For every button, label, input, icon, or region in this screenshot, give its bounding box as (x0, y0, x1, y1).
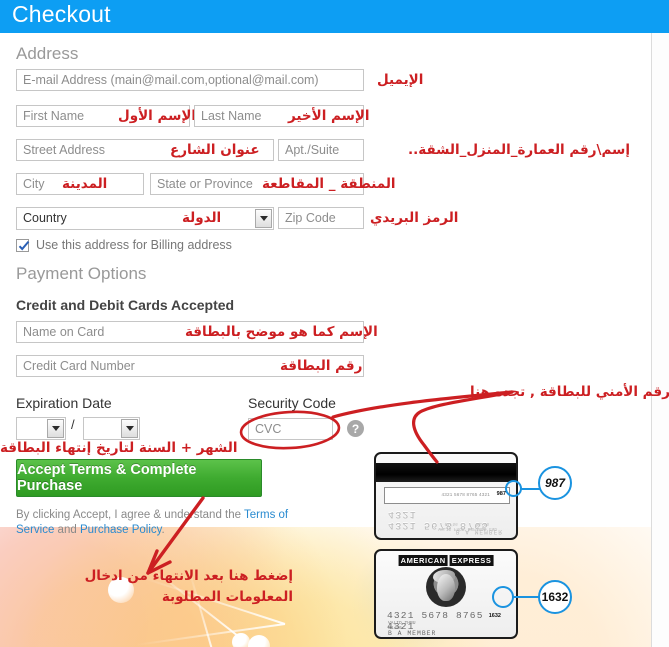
amex-cvc-highlight-ring (492, 586, 514, 608)
annotation-security-code: الرقم الأمني للبطاقة , تجده هنا (470, 384, 669, 400)
annotation-email: الإيميل (377, 72, 424, 88)
panel-gutter (652, 33, 669, 647)
amex-logo-word-2: EXPRESS (449, 555, 494, 566)
security-code-label: Security Code (248, 395, 336, 411)
amex-logo-word-1: AMERICAN (398, 555, 448, 566)
checkmark-icon (18, 240, 30, 251)
card-back-cvc-value: 987 (496, 491, 506, 497)
annotation-card-number: رقم البطاقة (280, 358, 363, 374)
signature-panel: 4321 5678 8765 4321 987 (384, 487, 510, 504)
page-title: Checkout (12, 1, 111, 27)
email-input[interactable] (16, 69, 364, 91)
card-back-embossed-name: B A MEMBER (455, 528, 503, 535)
terms-suffix: . (161, 524, 165, 536)
annotation-purchase-button: إضغط هنا بعد الانتهاء من ادخال المعلومات… (84, 568, 293, 605)
country-select-value: Country (23, 211, 67, 225)
amex-cvc-value: 1632 (488, 613, 501, 619)
chevron-down-icon[interactable] (121, 419, 138, 438)
checkout-page: Checkout Address الإيميل الإسم الأول الإ… (0, 0, 669, 647)
amex-card-holder: B A MEMBER (388, 630, 437, 637)
expiration-month-select[interactable] (16, 417, 66, 440)
card-back-cvc-highlight-ring (505, 480, 522, 497)
chevron-down-icon[interactable] (255, 209, 272, 228)
annotation-country: الدولة (182, 210, 222, 226)
annotation-first-name: الإسم الأول (118, 108, 197, 124)
terms-text: By clicking Accept, I agree & understand… (16, 508, 316, 538)
magnetic-stripe (376, 463, 516, 482)
page-header: Checkout (0, 0, 669, 33)
zip-code-input[interactable] (278, 207, 364, 229)
centurion-head (437, 574, 455, 601)
apt-suite-input[interactable] (278, 139, 364, 161)
expires-end-value: 01/56 (475, 521, 490, 526)
chevron-down-icon[interactable] (47, 419, 64, 438)
address-section-title: Address (16, 44, 79, 63)
expiration-year-select[interactable] (83, 417, 140, 440)
annotation-city: المدينة (62, 176, 108, 192)
annotation-last-name: الإسم الأخير (288, 108, 370, 124)
country-select[interactable]: Country (16, 207, 274, 230)
billing-address-checkbox-label: Use this address for Billing address (36, 238, 232, 252)
expiration-date-label: Expiration Date (16, 395, 112, 411)
annotation-name-on-card: الإسم كما هو موضح بالبطاقة (185, 324, 378, 340)
accept-terms-complete-purchase-button[interactable]: Accept Terms & Complete Purchase (16, 459, 262, 497)
payment-section-title: Payment Options (16, 264, 147, 283)
annotation-zip: الرمز البريدي (370, 210, 459, 226)
terms-prefix: By clicking Accept, I agree & understand… (16, 509, 245, 521)
wallpaper-node (248, 635, 270, 647)
annotation-apt: إسم\رقم العمارة_المنزل_الشقة.. (408, 142, 630, 158)
signature-panel-number: 4321 5678 8765 4321 (441, 492, 490, 497)
amex-logo: AMERICAN EXPRESS (398, 555, 494, 566)
amex-callout-line (513, 596, 539, 598)
expiration-separator: / (71, 417, 75, 432)
annotation-expiration: الشهر + السنة لتاريخ إنتهاء البطاقة (0, 440, 238, 456)
billing-address-checkbox[interactable] (16, 239, 30, 252)
annotation-street: عنوان الشارع (170, 142, 260, 158)
card-back-cvc-callout: 987 (538, 466, 572, 500)
help-icon[interactable]: ? (347, 420, 364, 437)
centurion-medallion-icon (426, 567, 466, 607)
cards-accepted-title: Credit and Debit Cards Accepted (16, 297, 235, 313)
purchase-policy-link[interactable]: Purchase Policy (80, 524, 162, 536)
panel-right-border (651, 33, 652, 647)
valid-from-value: 01/56 (444, 521, 458, 526)
card-back-sample-image: 4321 5678 8765 4321 987 4321 5678 8765 4… (374, 452, 518, 540)
amex-cvc-callout: 1632 (538, 580, 572, 614)
terms-middle: and (54, 524, 80, 536)
cvc-input[interactable] (248, 418, 333, 440)
annotation-state: المنطقة _ المقاطعة (262, 176, 396, 192)
